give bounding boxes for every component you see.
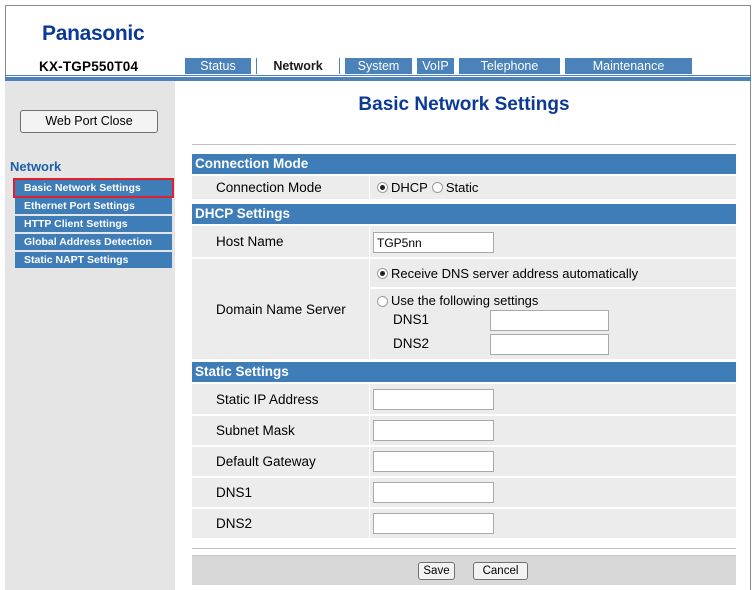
model-name: KX-TGP550T04 bbox=[39, 59, 139, 74]
default-gateway-input[interactable] bbox=[373, 451, 494, 472]
web-port-close-button[interactable]: Web Port Close bbox=[20, 110, 158, 133]
tab-maintenance[interactable]: Maintenance bbox=[565, 58, 692, 74]
subnet-mask-input[interactable] bbox=[373, 420, 494, 441]
section-static-settings: Static Settings bbox=[192, 362, 736, 382]
save-button[interactable]: Save bbox=[418, 562, 455, 580]
top-tab-bar: Status Network System VoIP Telephone Mai… bbox=[185, 58, 697, 74]
sidebar-item-http-client-settings[interactable]: HTTP Client Settings bbox=[15, 216, 172, 232]
host-name-label: Host Name bbox=[192, 226, 369, 257]
sidebar bbox=[5, 81, 175, 590]
tab-status[interactable]: Status bbox=[185, 58, 251, 74]
dns-auto-radio[interactable] bbox=[377, 267, 388, 279]
sidebar-heading: Network bbox=[10, 159, 62, 174]
tab-system[interactable]: System bbox=[345, 58, 412, 74]
static-dns2-input[interactable] bbox=[373, 513, 494, 534]
tab-voip[interactable]: VoIP bbox=[417, 58, 454, 74]
dns-server-label: Domain Name Server bbox=[192, 259, 369, 359]
tab-network[interactable]: Network bbox=[256, 58, 340, 74]
footer-divider bbox=[192, 548, 736, 549]
host-name-input[interactable] bbox=[373, 232, 494, 253]
dns-manual-radio[interactable] bbox=[377, 296, 388, 307]
dhcp-dns1-label: DNS1 bbox=[393, 312, 430, 327]
section-connection-mode: Connection Mode bbox=[192, 154, 736, 174]
sidebar-item-static-napt-settings[interactable]: Static NAPT Settings bbox=[15, 252, 172, 268]
dns-auto-row: Receive DNS server address automatically bbox=[370, 259, 736, 287]
sidebar-item-basic-network-settings[interactable]: Basic Network Settings bbox=[13, 178, 174, 198]
dhcp-dns2-input[interactable] bbox=[490, 334, 609, 355]
dhcp-radio-label: DHCP bbox=[391, 180, 428, 195]
static-ip-input[interactable] bbox=[373, 389, 494, 410]
connection-mode-options: DHCP Static bbox=[370, 176, 736, 199]
dhcp-dns1-input[interactable] bbox=[490, 310, 609, 331]
default-gateway-label: Default Gateway bbox=[192, 447, 369, 476]
tab-telephone[interactable]: Telephone bbox=[459, 58, 560, 74]
dns-auto-label: Receive DNS server address automatically bbox=[391, 265, 639, 281]
brand-logo: Panasonic bbox=[42, 22, 145, 45]
footer-bar bbox=[192, 555, 736, 585]
static-radio[interactable] bbox=[431, 182, 443, 193]
page-title: Basic Network Settings bbox=[358, 94, 570, 115]
static-ip-label: Static IP Address bbox=[192, 384, 369, 414]
sidebar-item-ethernet-port-settings[interactable]: Ethernet Port Settings bbox=[15, 198, 172, 214]
dns-manual-label: Use the following settings bbox=[391, 293, 539, 308]
dhcp-radio[interactable] bbox=[377, 182, 388, 193]
sidebar-menu: Basic Network Settings Ethernet Port Set… bbox=[13, 178, 174, 270]
cancel-button[interactable]: Cancel bbox=[473, 562, 528, 580]
static-dns2-label: DNS2 bbox=[192, 509, 369, 538]
tab-underline bbox=[5, 75, 751, 76]
subnet-mask-label: Subnet Mask bbox=[192, 416, 369, 445]
section-dhcp-settings: DHCP Settings bbox=[192, 204, 736, 224]
static-radio-label: Static bbox=[445, 180, 479, 195]
title-divider bbox=[192, 144, 736, 145]
sidebar-item-global-address-detection[interactable]: Global Address Detection bbox=[15, 234, 172, 250]
connection-mode-label: Connection Mode bbox=[192, 176, 369, 199]
static-dns1-label: DNS1 bbox=[192, 478, 369, 507]
dhcp-dns2-label: DNS2 bbox=[393, 336, 430, 351]
static-dns1-input[interactable] bbox=[373, 482, 494, 503]
